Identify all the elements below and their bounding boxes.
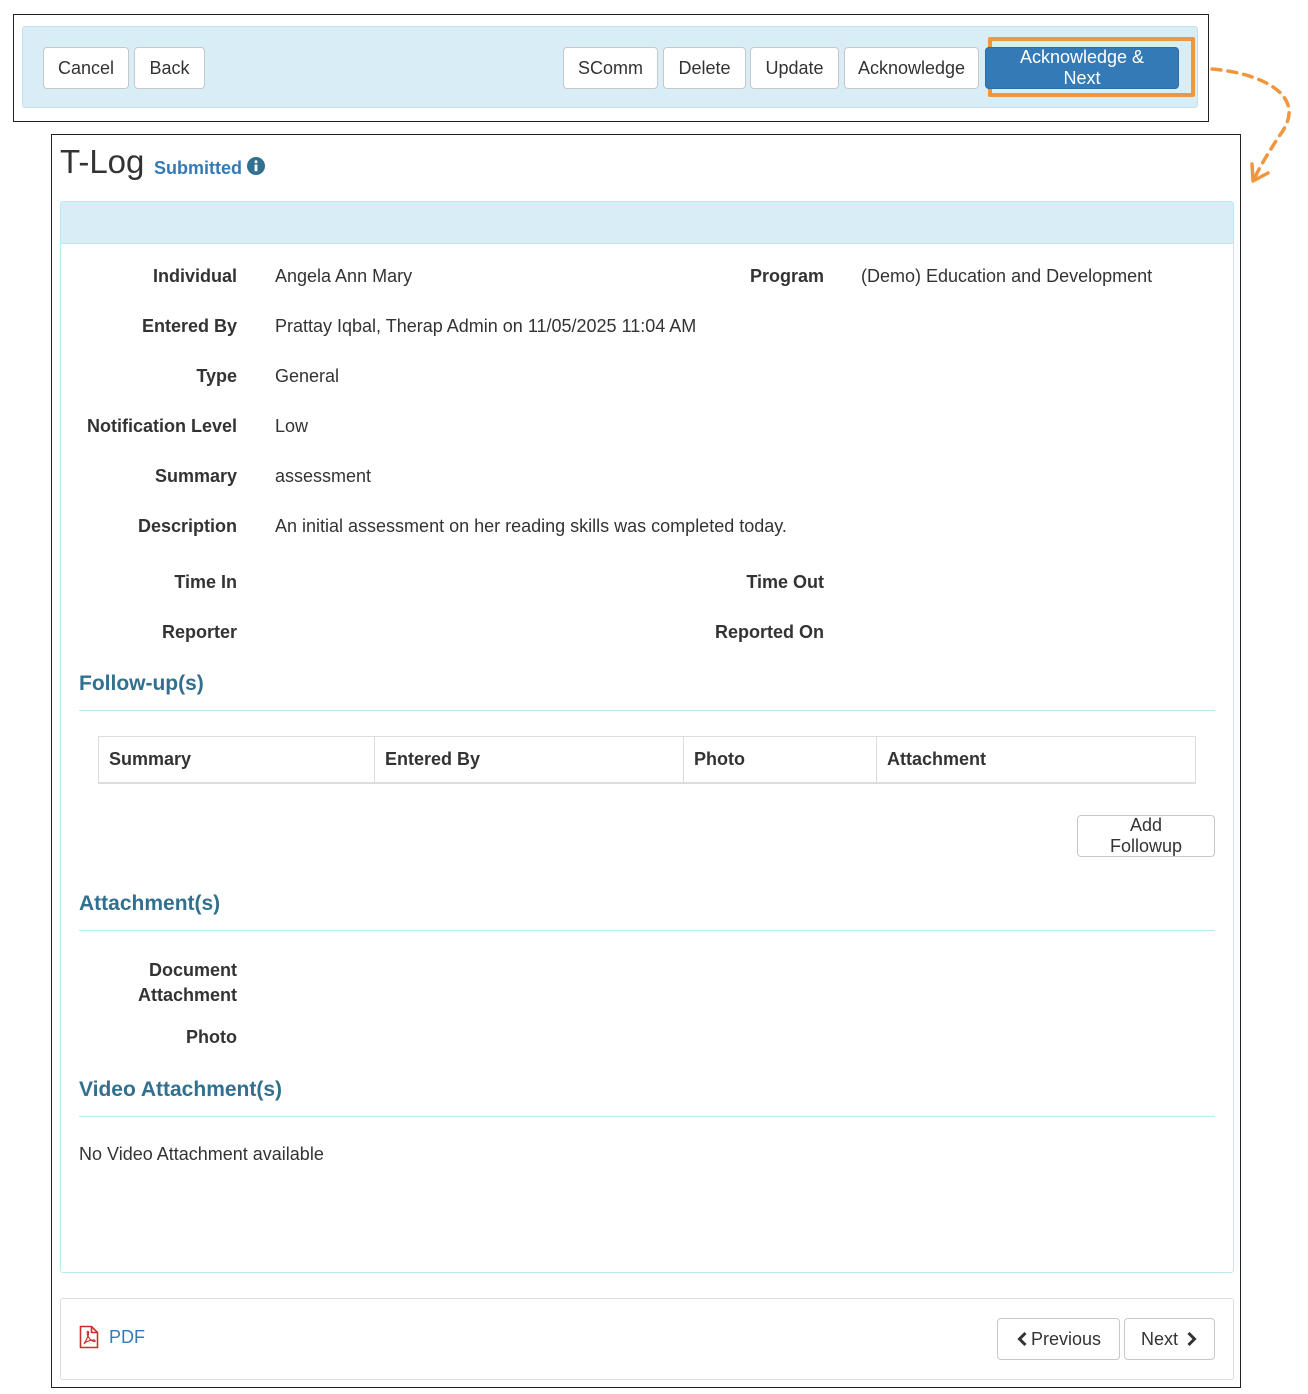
summary-value: assessment bbox=[275, 466, 372, 486]
entered-by-value: Prattay Iqbal, Therap Admin on 11/05/202… bbox=[275, 316, 697, 336]
entered-by-label: Entered By bbox=[141, 316, 237, 336]
info-circle-icon[interactable] bbox=[247, 157, 265, 175]
previous-label: Previous bbox=[1030, 1328, 1102, 1349]
attachments-section-title: Attachment(s) bbox=[79, 892, 221, 915]
column-header-photo: Photo bbox=[684, 737, 877, 782]
videos-divider bbox=[79, 1116, 1215, 1117]
followups-table-header: Summary Entered By Photo Attachment bbox=[98, 736, 1196, 784]
page-title: T-Log bbox=[60, 143, 145, 180]
cancel-button[interactable]: Cancel bbox=[43, 47, 129, 89]
time-out-label: Time Out bbox=[746, 572, 824, 592]
time-in-label: Time In bbox=[174, 572, 237, 592]
status-badge: Submitted bbox=[154, 158, 242, 178]
attachments-divider bbox=[79, 930, 1215, 931]
document-attachment-label: Document Attachment bbox=[81, 958, 237, 1008]
pdf-file-icon bbox=[79, 1325, 99, 1349]
no-video-text: No Video Attachment available bbox=[79, 1144, 324, 1164]
followups-section-title: Follow-up(s) bbox=[79, 672, 204, 695]
individual-label: Individual bbox=[152, 266, 237, 286]
followups-divider bbox=[79, 710, 1215, 711]
videos-section-title: Video Attachment(s) bbox=[79, 1078, 283, 1101]
photo-label: Photo bbox=[186, 1027, 237, 1047]
acknowledge-button[interactable]: Acknowledge bbox=[844, 47, 979, 89]
pdf-link[interactable]: PDF bbox=[79, 1325, 145, 1349]
reported-on-label: Reported On bbox=[714, 622, 824, 642]
previous-button[interactable]: Previous bbox=[997, 1318, 1120, 1360]
next-button[interactable]: Next bbox=[1124, 1318, 1215, 1360]
program-value: (Demo) Education and Development bbox=[861, 266, 1153, 286]
document-attachment-label-line1: Document bbox=[148, 960, 237, 980]
notification-level-label: Notification Level bbox=[86, 416, 237, 436]
back-button[interactable]: Back bbox=[134, 47, 205, 89]
type-value: General bbox=[275, 366, 340, 386]
notification-level-value: Low bbox=[275, 416, 309, 436]
individual-value: Angela Ann Mary bbox=[275, 266, 413, 286]
delete-button[interactable]: Delete bbox=[663, 47, 746, 89]
tlog-detail-panel: Individual Angela Ann Mary Program (Demo… bbox=[60, 201, 1234, 1273]
chevron-left-icon bbox=[1017, 1331, 1027, 1347]
pdf-link-label[interactable]: PDF bbox=[109, 1327, 145, 1348]
summary-label: Summary bbox=[154, 466, 237, 486]
reporter-label: Reporter bbox=[161, 622, 237, 642]
update-button[interactable]: Update bbox=[750, 47, 839, 89]
next-label: Next bbox=[1140, 1328, 1178, 1349]
column-header-summary: Summary bbox=[99, 737, 375, 782]
type-label: Type bbox=[196, 366, 237, 386]
add-followup-button[interactable]: Add Followup bbox=[1077, 815, 1215, 857]
program-label: Program bbox=[749, 266, 824, 286]
action-toolbar: Cancel Back SComm Delete Update Acknowle… bbox=[22, 26, 1198, 108]
acknowledge-next-button[interactable]: Acknowledge & Next bbox=[985, 47, 1179, 89]
footer-panel: PDF Previous Next bbox=[60, 1298, 1234, 1380]
main-frame: T-Log Submitted Individual Angela Ann Ma… bbox=[51, 134, 1241, 1388]
description-label: Description bbox=[137, 516, 237, 536]
description-value: An initial assessment on her reading ski… bbox=[275, 516, 787, 536]
column-header-attachment: Attachment bbox=[887, 749, 987, 769]
scomm-button[interactable]: SComm bbox=[563, 47, 658, 89]
chevron-right-icon bbox=[1187, 1331, 1197, 1347]
toolbar-frame: Cancel Back SComm Delete Update Acknowle… bbox=[13, 14, 1209, 122]
document-attachment-label-line2: Attachment bbox=[137, 985, 237, 1005]
column-header-entered-by: Entered By bbox=[375, 737, 684, 782]
panel-heading bbox=[61, 202, 1233, 244]
